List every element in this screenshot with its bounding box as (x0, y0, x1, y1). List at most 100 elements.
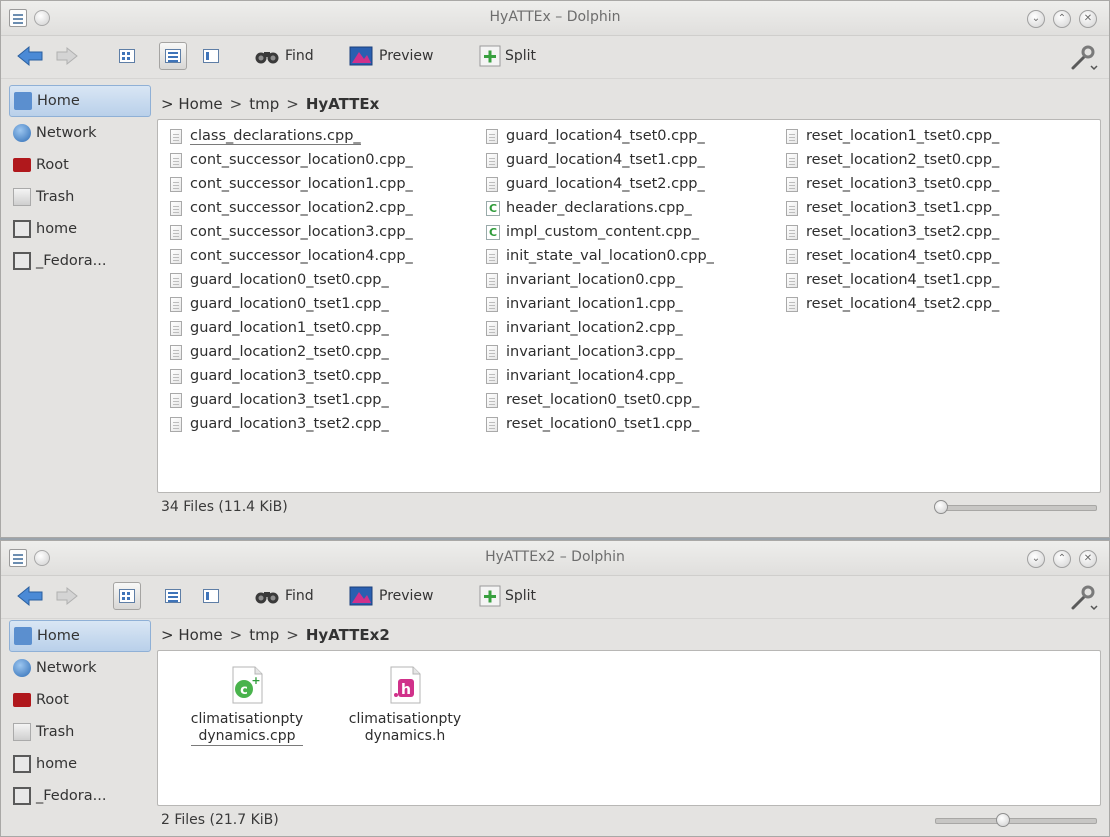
split-button[interactable]: Split (479, 582, 536, 610)
places-item-home-drive[interactable]: home (9, 748, 151, 780)
columns-view-button[interactable] (197, 42, 225, 70)
find-button[interactable]: Find (255, 42, 314, 70)
file-item[interactable]: reset_location0_tset1.cpp_ (486, 412, 786, 436)
find-button[interactable]: Find (255, 582, 314, 610)
places-item-network[interactable]: Network (9, 117, 151, 149)
places-item-network[interactable]: Network (9, 652, 151, 684)
file-name: guard_location4_tset2.cpp_ (506, 176, 705, 192)
places-item-home-drive[interactable]: home (9, 213, 151, 245)
file-item[interactable]: invariant_location0.cpp_ (486, 268, 786, 292)
places-item-trash[interactable]: Trash (9, 716, 151, 748)
file-column: class_declarations.cpp_ cont_successor_lo… (170, 124, 486, 436)
file-item[interactable]: reset_location1_tset0.cpp_ (786, 124, 1102, 148)
network-globe-icon (13, 124, 31, 142)
preview-button[interactable]: Preview (349, 582, 434, 610)
file-view[interactable]: c + climatisationpty dynamics.cpp h clim… (157, 650, 1101, 806)
places-item-trash[interactable]: Trash (9, 181, 151, 213)
columns-view-button[interactable] (197, 582, 225, 610)
breadcrumb-current[interactable]: HyATTEx (306, 95, 380, 113)
forward-button[interactable] (53, 582, 81, 610)
maximize-button[interactable]: ⌃ (1053, 550, 1071, 568)
details-view-button[interactable] (159, 582, 187, 610)
file-name: guard_location2_tset0.cpp_ (190, 344, 389, 360)
minimize-button[interactable]: ⌄ (1027, 550, 1045, 568)
back-button[interactable] (15, 582, 45, 610)
title-bar[interactable]: HyATTEx – Dolphin ⌄ ⌃ ✕ (1, 1, 1109, 36)
file-item[interactable]: reset_location4_tset2.cpp_ (786, 292, 1102, 316)
breadcrumb-home[interactable]: Home (178, 95, 222, 113)
places-panel: Home Network Root Trash home _Fedora... (9, 620, 151, 812)
zoom-slider[interactable] (935, 813, 1097, 827)
file-item[interactable]: guard_location0_tset1.cpp_ (170, 292, 486, 316)
file-item[interactable]: guard_location2_tset0.cpp_ (170, 340, 486, 364)
places-item-root[interactable]: Root (9, 149, 151, 181)
file-item[interactable]: cont_successor_location4.cpp_ (170, 244, 486, 268)
breadcrumb-tmp[interactable]: tmp (249, 626, 279, 644)
icons-view-button[interactable] (113, 42, 141, 70)
file-item[interactable]: reset_location4_tset0.cpp_ (786, 244, 1102, 268)
places-item-fedora[interactable]: _Fedora... (9, 780, 151, 812)
preview-button[interactable]: Preview (349, 42, 434, 70)
file-item[interactable]: Cimpl_custom_content.cpp_ (486, 220, 786, 244)
breadcrumb[interactable]: > Home > tmp > HyATTEx2 (157, 620, 1101, 650)
file-item[interactable]: guard_location4_tset1.cpp_ (486, 148, 786, 172)
file-view[interactable]: class_declarations.cpp_ cont_successor_lo… (157, 119, 1101, 493)
close-button[interactable]: ✕ (1079, 10, 1097, 28)
split-button[interactable]: Split (479, 42, 536, 70)
title-bar[interactable]: HyATTEx2 – Dolphin ⌄ ⌃ ✕ (1, 541, 1109, 576)
places-item-home[interactable]: Home (9, 85, 151, 117)
forward-button[interactable] (53, 42, 81, 70)
breadcrumb-tmp[interactable]: tmp (249, 95, 279, 113)
file-item[interactable]: reset_location3_tset2.cpp_ (786, 220, 1102, 244)
places-label: Network (36, 125, 97, 141)
configure-wrench-icon[interactable] (1069, 582, 1099, 612)
close-button[interactable]: ✕ (1079, 550, 1097, 568)
configure-wrench-icon[interactable] (1069, 42, 1099, 72)
file-item[interactable]: guard_location3_tset1.cpp_ (170, 388, 486, 412)
places-item-home[interactable]: Home (9, 620, 151, 652)
file-item[interactable]: cont_successor_location0.cpp_ (170, 148, 486, 172)
file-item[interactable]: class_declarations.cpp_ (170, 124, 486, 148)
svg-text:c: c (240, 683, 248, 698)
breadcrumb[interactable]: > Home > tmp > HyATTEx (157, 89, 1101, 119)
file-item[interactable]: Cheader_declarations.cpp_ (486, 196, 786, 220)
file-item[interactable]: reset_location4_tset1.cpp_ (786, 268, 1102, 292)
back-button[interactable] (15, 42, 45, 70)
text-file-icon (786, 224, 798, 240)
file-item[interactable]: init_state_val_location0.cpp_ (486, 244, 786, 268)
text-file-icon (486, 416, 498, 432)
status-bar: 2 Files (21.7 KiB) (157, 806, 1101, 834)
file-item[interactable]: guard_location4_tset2.cpp_ (486, 172, 786, 196)
file-item[interactable]: c + climatisationpty dynamics.cpp (168, 665, 326, 746)
file-item[interactable]: cont_successor_location1.cpp_ (170, 172, 486, 196)
file-item[interactable]: reset_location2_tset0.cpp_ (786, 148, 1102, 172)
file-item[interactable]: cont_successor_location3.cpp_ (170, 220, 486, 244)
file-item[interactable]: guard_location3_tset2.cpp_ (170, 412, 486, 436)
details-view-button[interactable] (159, 42, 187, 70)
red-folder-icon (13, 158, 31, 172)
file-item[interactable]: h climatisationpty dynamics.h (326, 665, 484, 746)
file-item[interactable]: guard_location4_tset0.cpp_ (486, 124, 786, 148)
zoom-slider[interactable] (934, 500, 1097, 514)
zoom-slider-handle[interactable] (934, 500, 948, 514)
icons-view-button[interactable] (113, 582, 141, 610)
places-item-root[interactable]: Root (9, 684, 151, 716)
zoom-slider-handle[interactable] (996, 813, 1010, 827)
minimize-button[interactable]: ⌄ (1027, 10, 1045, 28)
file-item[interactable]: invariant_location2.cpp_ (486, 316, 786, 340)
file-item[interactable]: invariant_location3.cpp_ (486, 340, 786, 364)
file-item[interactable]: invariant_location4.cpp_ (486, 364, 786, 388)
places-item-fedora[interactable]: _Fedora... (9, 245, 151, 277)
file-item[interactable]: guard_location0_tset0.cpp_ (170, 268, 486, 292)
file-name: invariant_location4.cpp_ (506, 368, 683, 384)
file-item[interactable]: reset_location3_tset0.cpp_ (786, 172, 1102, 196)
maximize-button[interactable]: ⌃ (1053, 10, 1071, 28)
file-item[interactable]: guard_location3_tset0.cpp_ (170, 364, 486, 388)
breadcrumb-current[interactable]: HyATTEx2 (306, 626, 390, 644)
breadcrumb-home[interactable]: Home (178, 626, 222, 644)
file-item[interactable]: reset_location0_tset0.cpp_ (486, 388, 786, 412)
file-item[interactable]: guard_location1_tset0.cpp_ (170, 316, 486, 340)
file-item[interactable]: reset_location3_tset1.cpp_ (786, 196, 1102, 220)
file-item[interactable]: cont_successor_location2.cpp_ (170, 196, 486, 220)
file-item[interactable]: invariant_location1.cpp_ (486, 292, 786, 316)
